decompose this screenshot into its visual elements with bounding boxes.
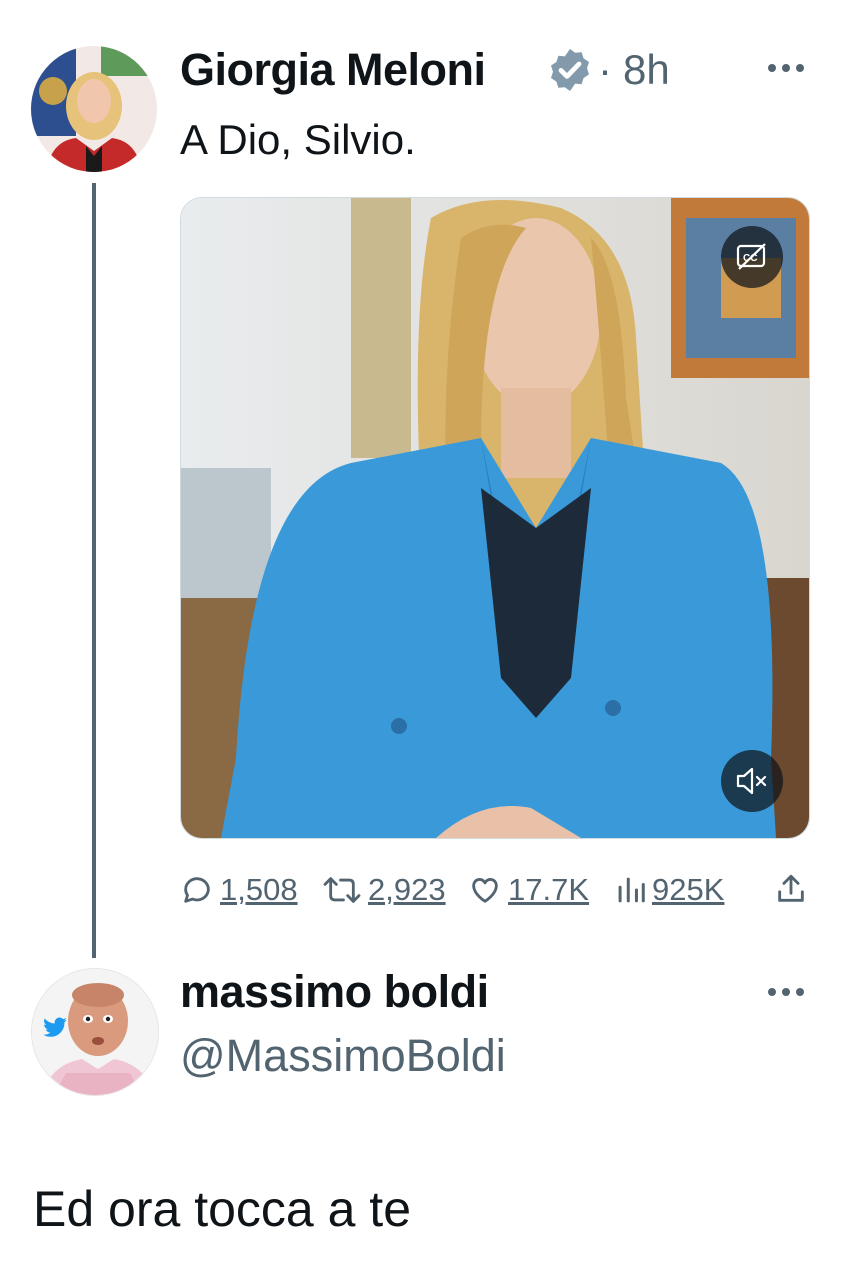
verified-badge-icon xyxy=(546,46,594,94)
separator-dot: · xyxy=(598,46,612,93)
reply-more-options-icon[interactable] xyxy=(768,988,804,996)
avatar-portrait xyxy=(31,46,157,172)
more-options-icon[interactable] xyxy=(768,64,804,72)
twitter-bird-icon xyxy=(42,1017,68,1039)
reply-author-handle[interactable]: @MassimoBoldi xyxy=(180,1028,506,1084)
captions-off-icon[interactable]: CC xyxy=(721,226,783,288)
thread-line xyxy=(92,183,96,958)
muted-speaker-icon[interactable] xyxy=(721,750,783,812)
reply-author-avatar[interactable] xyxy=(31,968,159,1096)
tweet-text: A Dio, Silvio. xyxy=(180,116,416,163)
reply-count: 1,508 xyxy=(220,872,298,907)
like-count: 17.7K xyxy=(508,872,590,907)
views-stat[interactable]: 925K xyxy=(616,872,724,908)
tweet-time[interactable]: 8h xyxy=(623,44,670,96)
repost-count: 2,923 xyxy=(368,872,446,907)
reply-stat[interactable]: 1,508 xyxy=(180,872,298,908)
share-icon[interactable] xyxy=(774,872,808,906)
views-count: 925K xyxy=(652,872,725,907)
tweet-video[interactable]: CC xyxy=(180,197,810,839)
views-chart-icon xyxy=(618,877,645,903)
like-stat[interactable]: 17.7K xyxy=(468,872,589,908)
author-avatar[interactable] xyxy=(31,46,157,172)
reply-text: Ed ora tocca a te xyxy=(33,1181,412,1237)
reply-author-name[interactable]: massimo boldi xyxy=(180,964,489,1020)
heart-icon xyxy=(472,878,498,903)
author-name[interactable]: Giorgia Meloni xyxy=(180,42,486,98)
video-frame xyxy=(181,198,809,838)
reply-icon xyxy=(184,877,210,903)
repost-stat[interactable]: 2,923 xyxy=(322,872,446,908)
repost-icon xyxy=(323,877,361,903)
